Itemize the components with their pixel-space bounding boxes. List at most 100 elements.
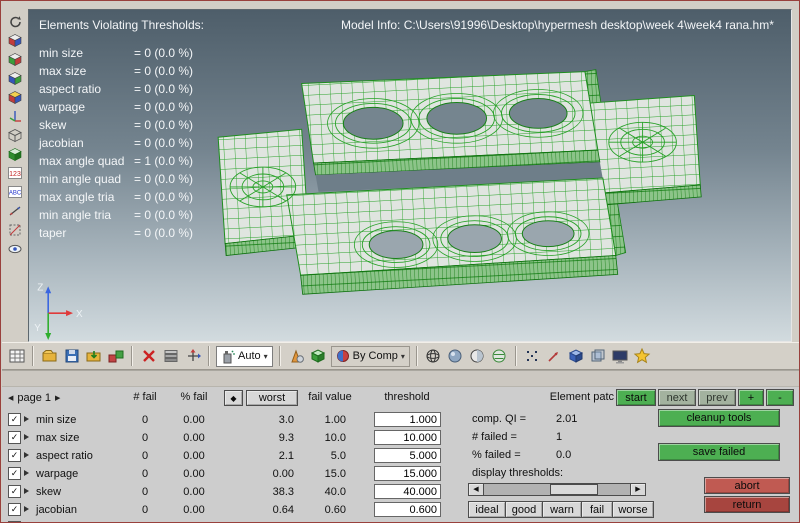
- slider-track[interactable]: [484, 483, 630, 496]
- hidden-line-icon[interactable]: [468, 347, 487, 366]
- page-selector[interactable]: ◀ page 1 ▶: [8, 390, 60, 405]
- fail-pct: 0.00: [183, 450, 205, 462]
- panel-divider: [2, 370, 799, 387]
- max-size-switch[interactable]: [24, 434, 29, 440]
- fail-pct: 0.00: [183, 504, 205, 516]
- import-icon[interactable]: [84, 347, 103, 366]
- spreadsheet-icon[interactable]: [7, 347, 26, 366]
- failed-pct-value: 0.0: [556, 449, 572, 461]
- fail-count: 0: [141, 504, 149, 516]
- warpage-checkbox[interactable]: ✓: [8, 467, 21, 480]
- next-button[interactable]: next: [658, 389, 696, 406]
- organize-cubes-icon[interactable]: [106, 347, 125, 366]
- section-cut-icon[interactable]: [7, 222, 23, 238]
- save-failed-button[interactable]: save failed: [658, 443, 780, 461]
- front-view-icon[interactable]: [7, 51, 23, 67]
- skew-switch[interactable]: [24, 488, 29, 494]
- page-label: page 1: [17, 391, 52, 404]
- feature-line-icon[interactable]: [490, 347, 509, 366]
- axes-icon[interactable]: [7, 108, 23, 124]
- start-button[interactable]: start: [616, 389, 656, 406]
- slider-right-arrow[interactable]: ▶: [630, 483, 646, 496]
- page-next-arrow[interactable]: ▶: [55, 394, 60, 402]
- jacobian-threshold-input[interactable]: [374, 502, 441, 517]
- prev-button[interactable]: prev: [698, 389, 736, 406]
- shade-geometry-icon[interactable]: [287, 347, 306, 366]
- qi-row-aspect-ratio: ✓ aspect ratio 0 0.00 2.1 5.0: [2, 447, 472, 465]
- worst-button[interactable]: worst: [246, 390, 298, 406]
- aspect-ratio-threshold-input[interactable]: [374, 448, 441, 463]
- skew-checkbox[interactable]: ✓: [8, 485, 21, 498]
- shaded-sphere-icon[interactable]: [446, 347, 465, 366]
- aspect-ratio-checkbox[interactable]: ✓: [8, 449, 21, 462]
- star-icon[interactable]: [633, 347, 652, 366]
- screen-icon[interactable]: [611, 347, 630, 366]
- triad-z-label: Z: [37, 282, 43, 293]
- warpage-switch[interactable]: [24, 470, 29, 476]
- delete-icon[interactable]: [139, 347, 158, 366]
- worse-button[interactable]: worse: [612, 501, 654, 518]
- increase-button[interactable]: +: [738, 389, 764, 406]
- solid-cube-icon[interactable]: [567, 347, 586, 366]
- violation-label: warpage: [39, 100, 86, 114]
- points-icon[interactable]: [523, 347, 542, 366]
- vectors-icon[interactable]: [545, 347, 564, 366]
- measure-icon[interactable]: [7, 203, 23, 219]
- qi-panel: ◀ page 1 ▶ # fail % fail ◆ worst fail va…: [2, 387, 799, 522]
- fail-button[interactable]: fail: [581, 501, 613, 518]
- slider-thumb[interactable]: [549, 484, 598, 495]
- ideal-button[interactable]: ideal: [468, 501, 506, 518]
- part-hole: [508, 97, 568, 129]
- jacobian-switch[interactable]: [24, 506, 29, 512]
- visibility-icon[interactable]: [7, 241, 23, 257]
- numbers-display-icon[interactable]: 123: [7, 165, 23, 181]
- shade-mesh-icon[interactable]: [309, 347, 328, 366]
- max-size-threshold-input[interactable]: [374, 430, 441, 445]
- cleanup-tools-button[interactable]: cleanup tools: [658, 409, 780, 427]
- min-size-switch[interactable]: [24, 416, 29, 422]
- violation-value: = 0 (0.0 %): [134, 208, 194, 222]
- left-wing-washer: [229, 166, 297, 208]
- skew-threshold-input[interactable]: [374, 484, 441, 499]
- labels-display-icon[interactable]: ABC: [7, 184, 23, 200]
- max-size-checkbox[interactable]: ✓: [8, 431, 21, 444]
- transparent-cube-icon[interactable]: [589, 347, 608, 366]
- good-button[interactable]: good: [505, 501, 543, 518]
- return-button[interactable]: return: [704, 496, 790, 513]
- threshold-slider[interactable]: ◀ ▶: [468, 483, 646, 496]
- min-size-threshold-input[interactable]: [374, 412, 441, 427]
- aspect-ratio-switch[interactable]: [24, 452, 29, 458]
- fail-count: 0: [141, 486, 149, 498]
- by-comp-combo[interactable]: By Comp ▾: [330, 345, 410, 367]
- comp-qi-stat: comp. QI = 2.01: [472, 413, 577, 425]
- layers-icon[interactable]: [161, 347, 180, 366]
- violation-label: jacobian: [39, 136, 84, 150]
- translate-icon[interactable]: [183, 347, 202, 366]
- page-prev-arrow[interactable]: ◀: [8, 394, 13, 402]
- warpage-threshold-input[interactable]: [374, 466, 441, 481]
- slider-left-arrow[interactable]: ◀: [468, 483, 484, 496]
- fail-pct-header: % fail: [180, 391, 208, 403]
- rotate-view-icon[interactable]: [7, 13, 23, 29]
- violation-value: = 0 (0.0 %): [134, 190, 194, 204]
- iso-view-icon[interactable]: [7, 32, 23, 48]
- component-sphere-icon: [336, 350, 349, 362]
- wireframe-cube-icon[interactable]: [7, 127, 23, 143]
- graphics-viewport[interactable]: Z X Y Elements Violating Thresholds: Mod…: [28, 9, 792, 342]
- jacobian-checkbox[interactable]: ✓: [8, 503, 21, 516]
- fail-pct: 0.00: [183, 414, 205, 426]
- auto-color-combo[interactable]: Auto ▾: [216, 345, 273, 367]
- worst-value: 2.1: [278, 450, 294, 462]
- top-view-icon[interactable]: [7, 89, 23, 105]
- abort-button[interactable]: abort: [704, 477, 790, 494]
- left-view-icon[interactable]: [7, 70, 23, 86]
- shaded-cube-icon[interactable]: [7, 146, 23, 162]
- wireframe-sphere-icon[interactable]: [424, 347, 443, 366]
- open-folder-icon[interactable]: [40, 347, 59, 366]
- sort-toggle-button[interactable]: ◆: [224, 390, 243, 406]
- decrease-button[interactable]: -: [766, 389, 794, 406]
- warn-button[interactable]: warn: [542, 501, 582, 518]
- save-icon[interactable]: [62, 347, 81, 366]
- min-size-checkbox[interactable]: ✓: [8, 413, 21, 426]
- failed-pct-label: % failed =: [472, 449, 521, 461]
